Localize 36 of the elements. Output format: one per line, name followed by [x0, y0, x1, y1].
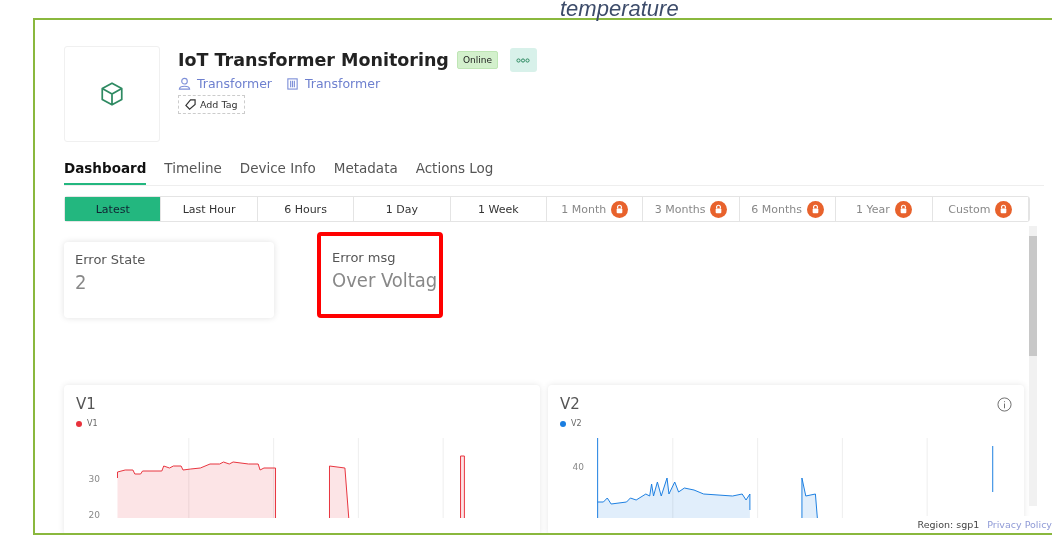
owner-link[interactable]: Transformer [197, 76, 272, 91]
status-badge: Online [456, 51, 498, 69]
tab[interactable]: Dashboard [64, 156, 147, 185]
tab[interactable]: Metadata [333, 156, 398, 185]
widget-label: Error State [75, 252, 147, 267]
organization-link[interactable]: Transformer [305, 76, 381, 91]
widget-label: Error msg [332, 250, 397, 265]
widget-value: Over Voltag [332, 268, 439, 292]
widget-value: 2 [75, 270, 88, 294]
axis-tick-label: 20 [88, 510, 100, 520]
more-button[interactable] [509, 48, 537, 72]
tab[interactable]: Actions Log [415, 156, 494, 185]
tag-icon [185, 99, 196, 110]
lock-icon [611, 200, 629, 218]
lock-icon [894, 200, 912, 218]
axis-tick-label: 40 [572, 462, 584, 472]
time-range-button[interactable]: Latest [65, 197, 162, 221]
chart-title: V2 [560, 395, 580, 413]
add-tag-button[interactable]: Add Tag [178, 95, 245, 114]
lock-icon [995, 200, 1013, 218]
legend-label: V2 [571, 419, 582, 428]
caption-text: temperature [560, 0, 679, 21]
building-icon [286, 77, 299, 90]
tab[interactable]: Device Info [239, 156, 316, 185]
legend-label: V1 [87, 419, 98, 428]
scrollbar[interactable] [1029, 226, 1037, 506]
lock-icon [806, 200, 824, 218]
cube-icon [99, 81, 125, 107]
device-title: IoT Transformer Monitoring [178, 50, 449, 70]
region-label: Region: sgp1 [917, 519, 980, 530]
more-icon [516, 57, 531, 63]
tab[interactable]: Timeline [164, 156, 222, 185]
chart-title: V1 [76, 395, 96, 413]
axis-tick-label: 30 [88, 474, 100, 484]
user-icon [178, 77, 191, 90]
lock-icon [710, 200, 728, 218]
